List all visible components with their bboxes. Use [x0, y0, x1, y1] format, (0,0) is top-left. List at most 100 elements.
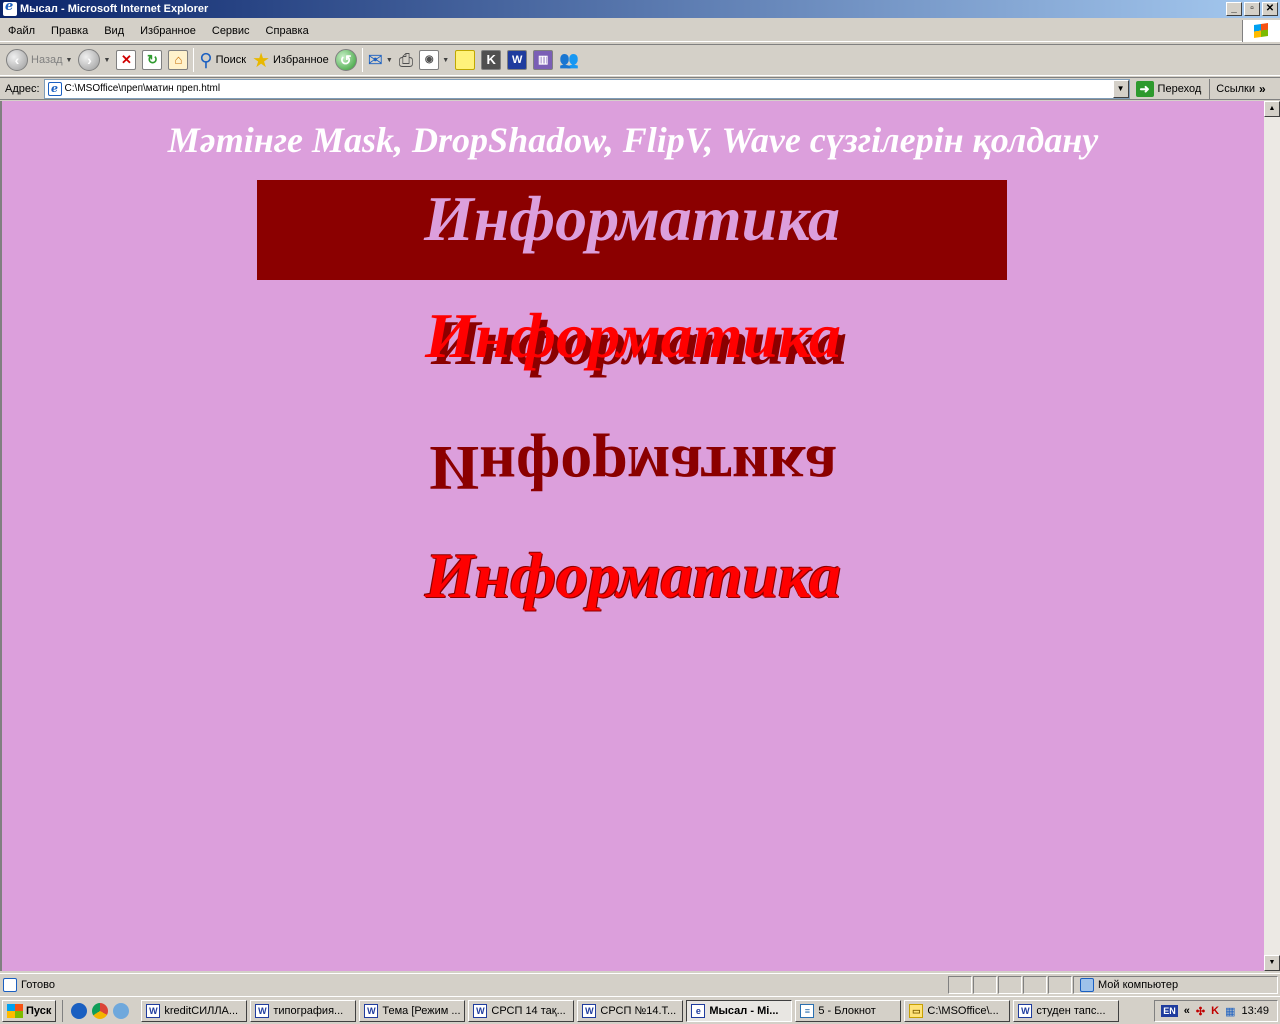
- scroll-up-icon[interactable]: ▲: [1264, 101, 1280, 117]
- back-button[interactable]: ‹ Назад ▼: [3, 46, 75, 74]
- address-dropdown-icon[interactable]: ▼: [1112, 79, 1129, 98]
- task-button-active[interactable]: e Мысал - Mi...: [686, 999, 793, 1022]
- task-button[interactable]: W СРСП №14.Т...: [577, 999, 684, 1022]
- folder-icon: ▭: [909, 1003, 924, 1018]
- antivirus-icon[interactable]: ✣: [1196, 1005, 1205, 1018]
- favorites-label: Избранное: [273, 54, 329, 66]
- task-label: студен тапс...: [1036, 1004, 1106, 1017]
- edit-dropdown-icon[interactable]: ▼: [442, 57, 449, 64]
- back-dropdown-icon[interactable]: ▼: [66, 57, 73, 64]
- kaspersky-icon[interactable]: K: [1211, 1005, 1219, 1017]
- forward-arrow-icon: ›: [78, 49, 101, 71]
- word-doc-icon: W: [582, 1003, 597, 1018]
- word-button[interactable]: W: [504, 46, 530, 74]
- edit-button[interactable]: ◉ ▼: [416, 46, 452, 74]
- note-button[interactable]: [452, 46, 478, 74]
- zone-label: Мой компьютер: [1098, 978, 1179, 991]
- search-button[interactable]: ⚲ Поиск: [196, 46, 249, 74]
- toolbar-separator: [361, 48, 363, 72]
- taskbar: Пуск WkreditСИЛЛА... Wтипография... W Тем…: [0, 996, 1280, 1024]
- word-doc-icon: W: [1018, 1003, 1033, 1018]
- menu-file[interactable]: Файл: [0, 25, 43, 37]
- go-button[interactable]: ➜ Переход: [1135, 78, 1211, 99]
- address-input[interactable]: e C:\MSOffice\преп\матин преп.html ▼: [43, 78, 1130, 99]
- stop-button[interactable]: ✕: [113, 46, 139, 74]
- start-button[interactable]: Пуск: [2, 999, 57, 1022]
- go-arrow-icon: ➜: [1135, 80, 1154, 97]
- links-button[interactable]: Ссылки »: [1210, 82, 1265, 96]
- task-button[interactable]: W СРСП 14 тақ...: [468, 999, 575, 1022]
- security-zone: Мой компьютер: [1073, 975, 1278, 994]
- clock[interactable]: 13:49: [1241, 1005, 1269, 1017]
- links-label: Ссылки: [1216, 82, 1255, 95]
- search-label: Поиск: [215, 54, 247, 66]
- title-bar: Мысал - Microsoft Internet Explorer _ ▫ …: [0, 0, 1280, 18]
- k-button[interactable]: K: [478, 46, 504, 74]
- back-label: Назад: [31, 54, 63, 66]
- word-doc-icon: W: [364, 1003, 379, 1018]
- task-button[interactable]: ▭ C:\MSOffice\...: [904, 999, 1011, 1022]
- research-icon: ▥: [533, 50, 554, 70]
- menu-edit[interactable]: Правка: [43, 25, 96, 37]
- minimize-button[interactable]: _: [1226, 2, 1242, 16]
- search-icon: ⚲: [199, 49, 213, 70]
- wave-word: Информатика: [425, 540, 841, 611]
- menu-view[interactable]: Вид: [96, 25, 132, 37]
- chevron-right-icon[interactable]: »: [1259, 82, 1266, 96]
- window-title: Мысал - Microsoft Internet Explorer: [20, 3, 209, 15]
- status-main: Готово: [0, 975, 948, 995]
- task-button[interactable]: ≡ 5 - Блокнот: [795, 999, 902, 1022]
- forward-button[interactable]: › ▼: [75, 46, 113, 74]
- close-button[interactable]: ✕: [1262, 2, 1278, 16]
- word-doc-icon: W: [255, 1003, 270, 1018]
- address-value[interactable]: C:\MSOffice\преп\матин преп.html: [65, 83, 221, 94]
- address-bar: Адрес: e C:\MSOffice\преп\матин преп.htm…: [0, 77, 1280, 100]
- research-button[interactable]: ▥: [530, 46, 556, 74]
- refresh-icon: ↻: [142, 50, 163, 70]
- home-button[interactable]: ⌂: [165, 46, 191, 74]
- task-button[interactable]: WkreditСИЛЛА...: [141, 999, 248, 1022]
- ie-quicklaunch-icon[interactable]: [71, 1002, 88, 1019]
- flipv-word: Информатика: [429, 433, 837, 504]
- ie-icon: [3, 0, 17, 16]
- desktop-quicklaunch-icon[interactable]: [113, 1002, 130, 1019]
- history-button[interactable]: ↺: [332, 46, 360, 74]
- task-label: 5 - Блокнот: [818, 1004, 876, 1017]
- mail-button[interactable]: ✉ ▼: [365, 46, 396, 74]
- refresh-button[interactable]: ↻: [139, 46, 165, 74]
- status-pane: [1023, 975, 1047, 994]
- vertical-scrollbar[interactable]: ▲ ▼: [1264, 101, 1280, 971]
- word-icon: W: [507, 50, 528, 70]
- network-icon[interactable]: ▦: [1225, 1005, 1235, 1018]
- windows-logo-icon: [1242, 20, 1280, 42]
- status-bar: Готово Мой компьютер: [0, 973, 1280, 995]
- page-heading: Мәтінге Mask, DropShadow, FlipV, Wave сү…: [167, 120, 1099, 160]
- tray-expand-icon[interactable]: «: [1184, 1005, 1190, 1017]
- messenger-button[interactable]: 👥: [556, 46, 582, 74]
- status-pane: [948, 975, 972, 994]
- menu-tools[interactable]: Сервис: [204, 25, 258, 37]
- task-button[interactable]: W Тема [Режим ...: [359, 999, 466, 1022]
- status-text: Готово: [21, 978, 55, 991]
- print-button[interactable]: ⎙: [396, 46, 416, 74]
- task-list: WkreditСИЛЛА... Wтипография... W Тема [Ре…: [141, 999, 1120, 1022]
- mail-dropdown-icon[interactable]: ▼: [386, 57, 393, 64]
- system-tray: EN « ✣ K ▦ 13:49: [1154, 1000, 1278, 1022]
- favorites-button[interactable]: ★ Избранное: [249, 46, 332, 74]
- mail-icon: ✉: [367, 49, 383, 70]
- forward-dropdown-icon[interactable]: ▼: [103, 57, 110, 64]
- note-icon: [455, 50, 476, 70]
- task-button[interactable]: Wтипография...: [250, 999, 357, 1022]
- restore-button[interactable]: ▫: [1244, 2, 1260, 16]
- task-button[interactable]: Wстуден тапс...: [1013, 999, 1120, 1022]
- task-label: Тема [Режим ...: [382, 1004, 461, 1017]
- menu-help[interactable]: Справка: [258, 25, 317, 37]
- browser-quicklaunch-icon[interactable]: [92, 1002, 109, 1019]
- language-indicator[interactable]: EN: [1161, 1005, 1178, 1017]
- scroll-down-icon[interactable]: ▼: [1264, 955, 1280, 971]
- task-label: СРСП 14 тақ...: [491, 1004, 566, 1017]
- back-arrow-icon: ‹: [6, 49, 28, 71]
- status-pane: [998, 975, 1022, 994]
- windows-flag-icon: [7, 1003, 23, 1018]
- menu-favorites[interactable]: Избранное: [132, 25, 204, 37]
